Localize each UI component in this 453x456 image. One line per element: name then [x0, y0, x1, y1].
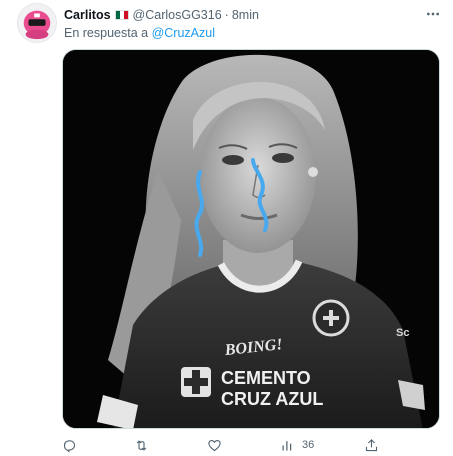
separator-dot: · — [224, 8, 229, 22]
views-icon — [282, 440, 292, 450]
share-icon — [365, 438, 378, 451]
retweet-button[interactable] — [134, 436, 149, 454]
tweet-image[interactable]: BOING! CEMENTO CRUZ AZUL Sc — [62, 49, 440, 429]
like-button[interactable] — [207, 436, 222, 454]
views-button[interactable]: 36 — [280, 436, 314, 454]
heart-icon — [208, 439, 221, 451]
tweet-header: Carlitos @CarlosGG316 · 8min — [64, 7, 259, 23]
tweet[interactable]: Carlitos @CarlosGG316 · 8min En respuest… — [0, 0, 453, 456]
views-count: 36 — [302, 439, 315, 451]
reply-handle-link[interactable]: @CruzAzul — [152, 26, 215, 40]
jersey-side-text: Sc — [396, 327, 409, 339]
avatar[interactable] — [17, 3, 57, 43]
reply-icon — [63, 439, 76, 453]
jersey-sponsor-line1: CEMENTO — [221, 368, 311, 388]
tweet-time[interactable]: 8min — [232, 8, 259, 22]
reply-context: En respuesta a @CruzAzul — [64, 26, 215, 40]
more-options-button[interactable] — [423, 6, 443, 22]
tweet-actions: 36 — [62, 436, 440, 454]
share-button[interactable] — [364, 436, 379, 454]
more-dots-icon — [427, 12, 439, 16]
author-name[interactable]: Carlitos — [64, 8, 111, 22]
author-handle[interactable]: @CarlosGG316 — [133, 8, 222, 22]
reply-button[interactable] — [62, 436, 77, 454]
reply-prefix: En respuesta a — [64, 26, 149, 40]
retweet-icon — [136, 439, 147, 451]
mexico-flag-icon — [114, 10, 129, 20]
jersey-sponsor-line2: CRUZ AZUL — [221, 389, 323, 409]
